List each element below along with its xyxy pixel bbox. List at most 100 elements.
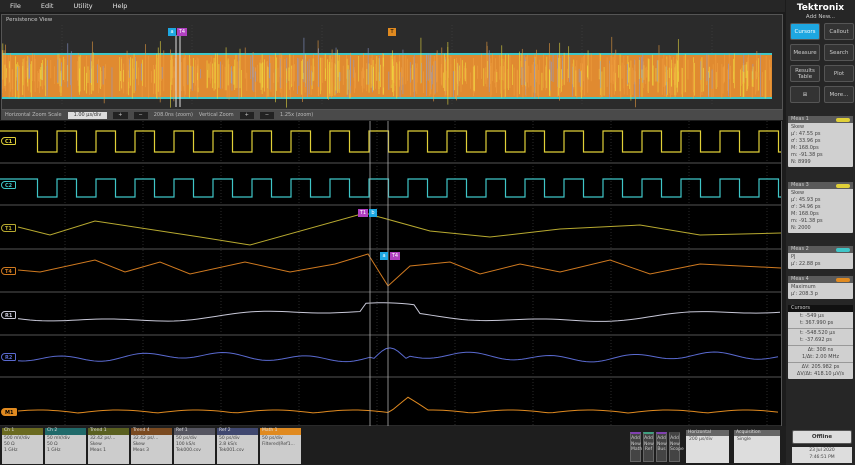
meas-title: Meas 2 <box>791 246 809 252</box>
results-table-button[interactable]: Results Table <box>790 65 820 82</box>
measure-button[interactable]: Measure <box>790 44 820 61</box>
meas-line: μ': 45.93 ps <box>791 197 821 203</box>
meas-line: σ': 34.96 ps <box>791 204 821 210</box>
cursor-b-marker[interactable]: b <box>369 209 377 217</box>
trace-m1 <box>17 396 779 414</box>
overview-persistence-plot[interactable]: Persistence View a T4 T <box>1 14 783 110</box>
meas-badge-1[interactable]: Meas 1 Skew μ': 47.55 ps σ': 33.96 ps M: 168… <box>788 116 853 167</box>
search-button[interactable]: Search <box>824 44 854 61</box>
channel-badge-trend-1[interactable]: Trend 1 32.42 ps/... Skew Meas 1 <box>88 428 129 464</box>
offline-button[interactable]: Offline <box>792 430 852 444</box>
trace-label-m1[interactable]: M1 <box>1 408 18 416</box>
waveform-plot[interactable]: C1 C2 T1 T4 R1 R2 M1 T1 b a T4 <box>0 121 782 426</box>
cursor-b-readout: t: -548.520 μs t: -37.692 ps <box>788 329 853 346</box>
channel-title: Trend 1 <box>88 428 129 435</box>
trace-t1 <box>17 212 781 246</box>
trace-label-r2[interactable]: R2 <box>1 353 17 361</box>
cursor-a-readout: t: -549 μs t: 367.990 ps <box>788 312 853 329</box>
date-time[interactable]: 23 Jul 2020 7:46:51 PM <box>792 447 852 463</box>
h-zoom-minus[interactable]: − <box>133 111 148 119</box>
channel-setting: 1 GHz <box>47 448 61 453</box>
h-zoom-scale-input[interactable]: 1.00 μs/div <box>67 111 108 119</box>
meas-title: Meas 4 <box>791 276 809 282</box>
source-tag <box>836 277 850 282</box>
channel-setting: Meas 3 <box>133 448 150 453</box>
trigger-marker[interactable]: T <box>388 28 396 36</box>
cursor-t4-marker-plot[interactable]: T4 <box>390 252 400 260</box>
horizontal-settings[interactable]: Horizontal 200 μs/div <box>686 430 729 463</box>
cursor-t4-marker[interactable]: T4 <box>177 28 187 36</box>
channel-setting: Tek000.csv <box>176 448 201 453</box>
meas-badge-4[interactable]: Meas 4 Maximum μ': 208.3 p <box>788 276 853 299</box>
zoom-icon: ⊞ <box>802 91 808 98</box>
channel-title: Ch 1 <box>2 428 43 435</box>
menu-edit[interactable]: Edit <box>41 2 54 10</box>
meas-title: Meas 1 <box>791 116 809 122</box>
v-zoom-minus[interactable]: − <box>259 111 275 119</box>
source-tag <box>836 247 850 252</box>
zoom-icon-button[interactable]: ⊞ <box>790 86 820 103</box>
channel-title: Ch 2 <box>45 428 86 435</box>
h-zoom-plus[interactable]: + <box>113 111 128 119</box>
h-zoom-label: Horizontal Zoom Scale <box>5 112 62 118</box>
channel-badge-ref-2[interactable]: Ref 2 50 ps/div 2.8 kS/s Tek001.csv <box>217 428 258 464</box>
meas-line: M: 168.0ps <box>791 211 819 217</box>
meas-line: Skew <box>791 124 805 130</box>
trace-ch1 <box>0 130 781 153</box>
tektronix-logo: Tektronix <box>796 3 845 13</box>
meas-line: m: -91.38 ps <box>791 152 823 158</box>
trace-ch2 <box>0 178 781 198</box>
trace-label-ch2[interactable]: C2 <box>1 181 17 189</box>
channel-title: Ref 1 <box>174 428 215 435</box>
cursor-a-marker-t4[interactable]: a <box>380 252 388 260</box>
channel-badge-trend-4[interactable]: Trend 4 32.42 ps/... Skew Meas 3 <box>131 428 172 464</box>
right-panel: Tektronix Add New... Cursors Callout Mea… <box>786 0 855 465</box>
trace-label-ch1[interactable]: C1 <box>1 137 17 145</box>
add-new-bus-button[interactable]: Add New Bus <box>656 432 667 462</box>
trace-label-t4[interactable]: T4 <box>1 267 16 275</box>
plot-button[interactable]: Plot <box>824 65 854 82</box>
more-button[interactable]: More... <box>824 86 854 103</box>
acquisition-settings[interactable]: Acquisition Single <box>734 430 780 463</box>
meas-line: μ': 22.88 ps <box>791 261 821 267</box>
meas-badge-3[interactable]: Meas 2 PJ μ': 22.88 ps <box>788 246 853 269</box>
zoom-bar: Horizontal Zoom Scale 1.00 μs/div + − 20… <box>1 110 783 120</box>
cursors-title: Cursors <box>788 305 853 312</box>
channel-setting: Tek001.csv <box>219 448 244 453</box>
menu-file[interactable]: File <box>10 2 21 10</box>
meas-badge-2[interactable]: Meas 3 Skew μ': 45.93 ps σ': 34.96 ps M: 168… <box>788 182 853 233</box>
h-zoom-info: 208.0ns (zoom) <box>153 112 193 118</box>
cursor-a-marker[interactable]: a <box>168 28 176 36</box>
source-tag <box>836 183 850 188</box>
channel-badge-ref-1[interactable]: Ref 1 50 ps/div 100 kS/s Tek000.csv <box>174 428 215 464</box>
v-zoom-plus[interactable]: + <box>239 111 254 119</box>
cursors-readout[interactable]: Cursors t: -549 μs t: 367.990 ps t: -548.… <box>788 305 853 379</box>
cursors-button[interactable]: Cursors <box>790 23 820 40</box>
meas-line: M: 168.0ps <box>791 145 819 151</box>
channel-badge-ch-2[interactable]: Ch 2 50 mV/div 50 Ω1 GHz <box>45 428 86 464</box>
meas-line: Skew <box>791 190 805 196</box>
channel-badge-ch-1[interactable]: Ch 1 500 mV/div 50 Ω1 GHz <box>2 428 43 464</box>
menu-bar: File Edit Utility Help <box>0 0 785 12</box>
callout-button[interactable]: Callout <box>824 23 854 40</box>
meas-line: PJ <box>791 254 796 260</box>
cursor-t1-marker[interactable]: T1 <box>358 209 368 217</box>
menu-utility[interactable]: Utility <box>73 2 92 10</box>
persistence-fill <box>2 53 772 99</box>
meas-line: σ': 33.96 ps <box>791 138 821 144</box>
meas-title: Meas 3 <box>791 182 809 188</box>
channel-setting: Filtered(Ref1... <box>262 442 295 447</box>
source-tag <box>836 117 850 122</box>
channel-setting: Meas 1 <box>90 448 107 453</box>
trace-label-r1[interactable]: R1 <box>1 311 17 319</box>
channel-title: Math 1 <box>260 428 301 435</box>
add-new-ref-button[interactable]: Add New Ref <box>643 432 654 462</box>
overview-title: Persistence View <box>6 17 53 23</box>
add-new-scope-button[interactable]: Add New Scope <box>669 432 684 462</box>
add-new-math-button[interactable]: Add New Math <box>630 432 642 462</box>
menu-help[interactable]: Help <box>113 2 128 10</box>
trace-label-t1[interactable]: T1 <box>1 224 16 232</box>
channel-badge-math-1[interactable]: Math 1 50 ps/div Filtered(Ref1... <box>260 428 301 464</box>
waveforms <box>0 121 781 426</box>
v-zoom-info: 1.25x (zoom) <box>280 112 314 118</box>
